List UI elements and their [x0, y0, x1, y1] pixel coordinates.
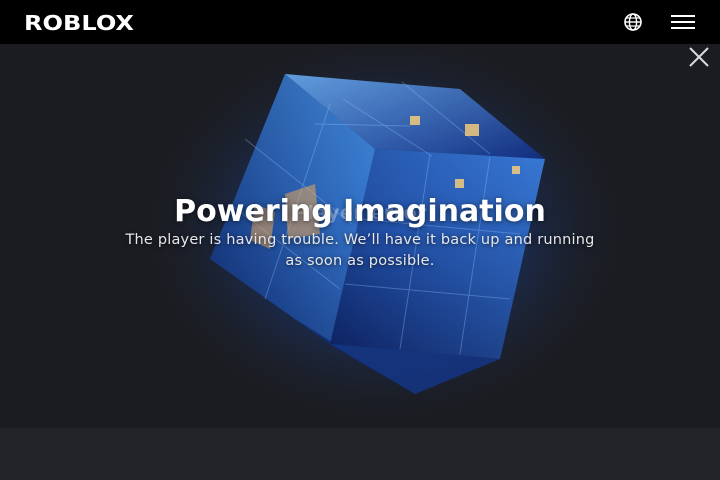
globe-icon[interactable]	[622, 11, 644, 33]
hamburger-menu-icon[interactable]	[671, 13, 695, 31]
roblox-logo[interactable]: ROBLOX	[24, 12, 136, 32]
error-hero: Player error Powering Imagination The pl…	[0, 44, 720, 428]
close-icon[interactable]	[687, 45, 711, 69]
footer-band	[0, 428, 720, 480]
logo-wordmark: ROBLOX	[24, 12, 135, 32]
hero-title: Powering Imagination	[174, 194, 546, 229]
top-navbar: ROBLOX	[0, 0, 720, 44]
error-message: The player is having trouble. We’ll have…	[125, 232, 595, 269]
